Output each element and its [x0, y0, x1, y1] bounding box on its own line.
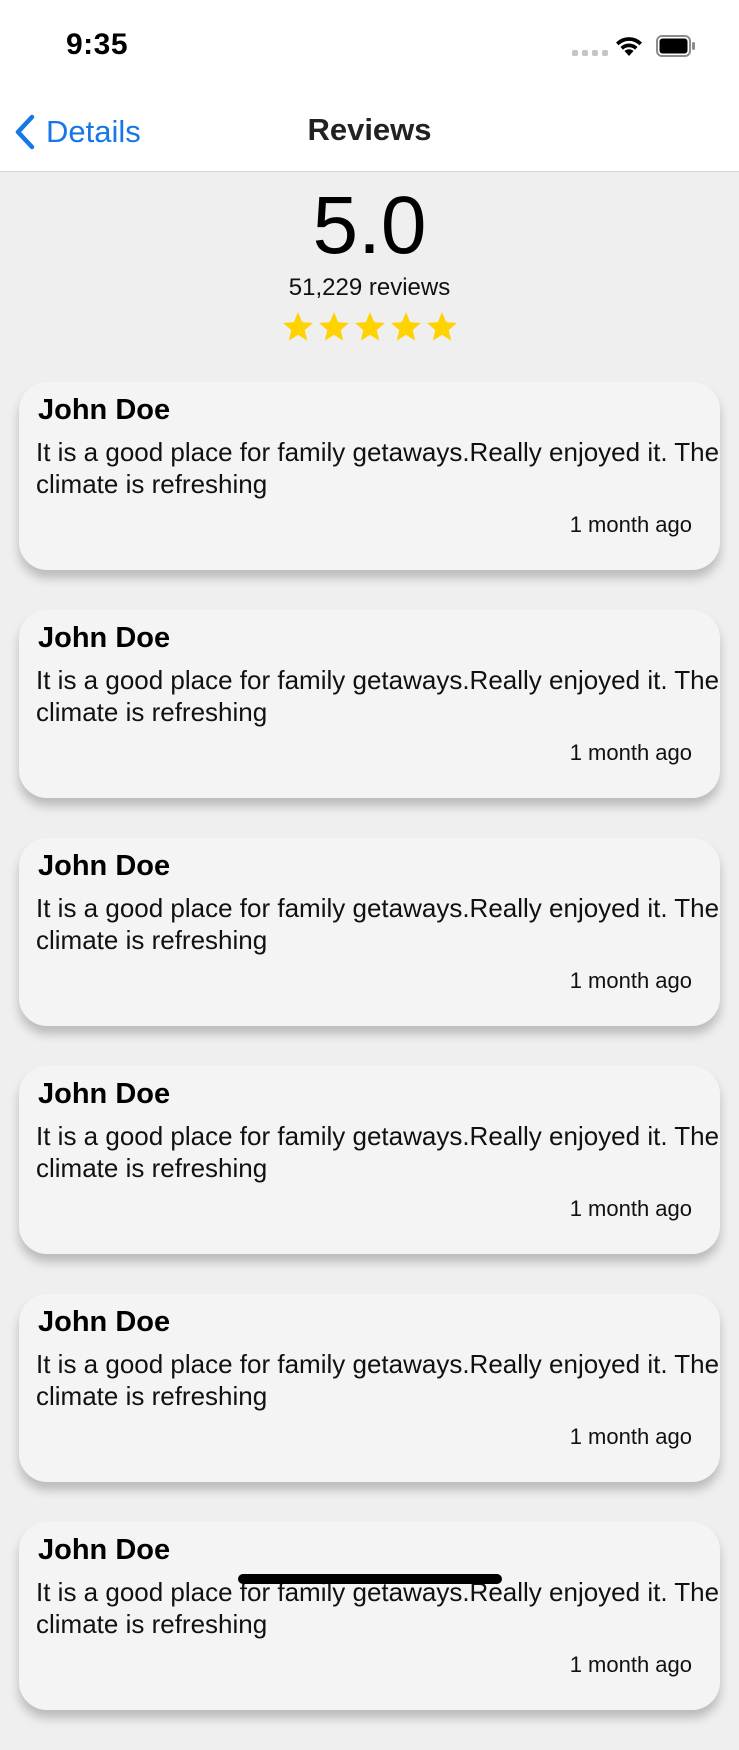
review-time: 1 month ago — [569, 740, 692, 765]
review-text: It is a good place for family getaways.R… — [36, 1121, 720, 1183]
status-bar: 9:35 — [0, 0, 739, 92]
reviews-count: 51,229 reviews — [288, 274, 451, 301]
review-time: 1 month ago — [569, 512, 692, 537]
star-icon — [390, 312, 421, 341]
review-card: John Doe It is a good place for family g… — [19, 382, 720, 570]
review-text: It is a good place for family getaways.R… — [36, 1577, 720, 1639]
reviewer-name: John Doe — [38, 622, 171, 654]
star-icon — [354, 312, 385, 341]
review-card: John Doe It is a good place for family g… — [19, 610, 720, 798]
review-list: John Doe It is a good place for family g… — [19, 382, 720, 1750]
rating-stars — [0, 310, 739, 344]
review-time: 1 month ago — [569, 1424, 692, 1449]
reviewer-name: John Doe — [38, 1078, 171, 1110]
reviewer-name: John Doe — [38, 850, 171, 882]
signal-dots-icon — [572, 50, 608, 56]
star-icon — [318, 312, 349, 341]
review-text: It is a good place for family getaways.R… — [36, 1349, 720, 1411]
home-indicator — [238, 1574, 502, 1584]
review-text: It is a good place for family getaways.R… — [36, 665, 720, 727]
review-card: John Doe It is a good place for family g… — [19, 1066, 720, 1254]
page-title: Reviews — [307, 112, 432, 147]
review-time: 1 month ago — [569, 1196, 692, 1221]
review-card: John Doe It is a good place for family g… — [19, 1294, 720, 1482]
review-card: John Doe It is a good place for family g… — [19, 838, 720, 1026]
reviewer-name: John Doe — [38, 394, 171, 426]
review-card: John Doe It is a good place for family g… — [19, 1522, 720, 1710]
average-rating: 5.0 — [312, 180, 427, 271]
reviewer-name: John Doe — [38, 1534, 171, 1566]
reviewer-name: John Doe — [38, 1306, 171, 1338]
star-icon — [426, 312, 457, 341]
review-text: It is a good place for family getaways.R… — [36, 893, 720, 955]
wifi-icon — [616, 37, 642, 56]
rating-summary: 5.0 51,229 reviews — [0, 172, 739, 344]
review-text: It is a good place for family getaways.R… — [36, 437, 720, 499]
review-time: 1 month ago — [569, 1652, 692, 1677]
star-icon — [282, 312, 313, 341]
review-time: 1 month ago — [569, 968, 692, 993]
navigation-bar: Details Reviews — [0, 92, 739, 172]
battery-icon — [656, 35, 695, 57]
status-time: 9:35 — [66, 28, 129, 61]
